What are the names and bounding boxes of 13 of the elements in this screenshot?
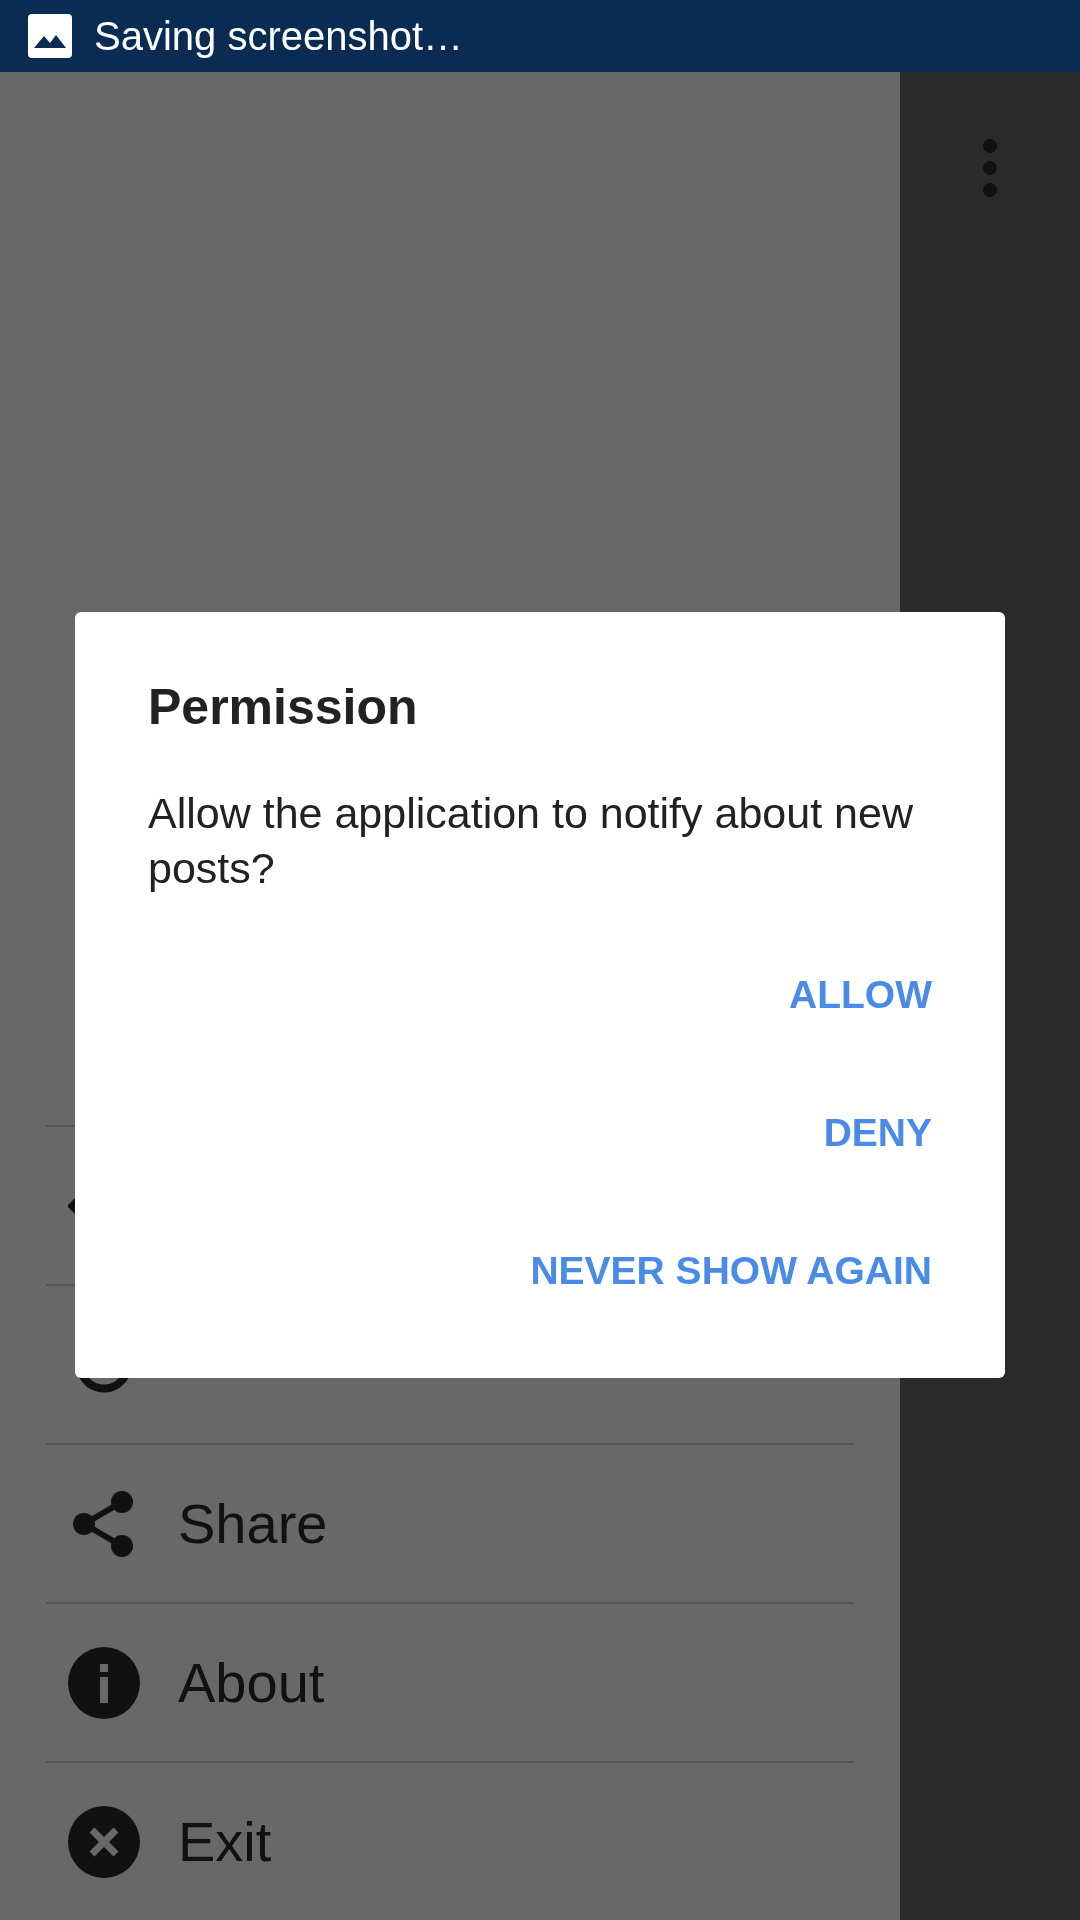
dialog-button[interactable]: DENY: [823, 1087, 932, 1179]
menu-item[interactable]: Exit: [46, 1761, 854, 1920]
close-icon: [68, 1805, 140, 1878]
dialog-message: Allow the application to notify about new posts?: [148, 788, 914, 894]
more-options-icon[interactable]: [982, 138, 998, 198]
notification-text: Saving screenshot…: [94, 13, 464, 59]
dialog-button[interactable]: ALLOW: [789, 949, 932, 1041]
menu-item[interactable]: Share: [46, 1443, 854, 1602]
menu-item[interactable]: About: [46, 1602, 854, 1761]
dialog-title: Permission: [148, 678, 419, 736]
dialog-button[interactable]: NEVER SHOW AGAIN: [530, 1225, 932, 1317]
image-icon: [28, 14, 72, 58]
info-icon: [68, 1646, 140, 1719]
